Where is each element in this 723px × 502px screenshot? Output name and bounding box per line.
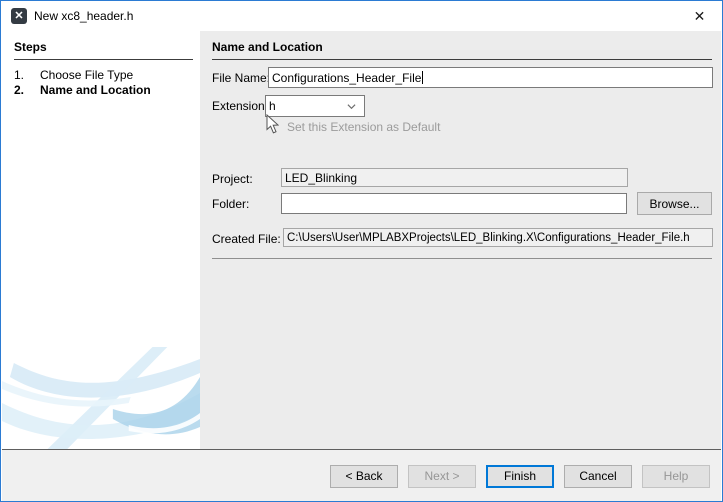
- file-name-value: Configurations_Header_File: [272, 71, 421, 85]
- extension-value: h: [269, 99, 276, 113]
- created-file-label: Created File:: [212, 232, 281, 246]
- dialog-content: Steps 1. Choose File Type 2. Name and Lo…: [2, 31, 721, 449]
- folder-input[interactable]: [281, 193, 627, 214]
- project-field: LED_Blinking: [281, 168, 628, 187]
- steps-list: 1. Choose File Type 2. Name and Location: [14, 68, 194, 98]
- chevron-down-icon: [347, 102, 356, 111]
- project-value: LED_Blinking: [285, 171, 357, 185]
- back-button[interactable]: < Back: [330, 465, 398, 488]
- panel-title: Name and Location: [212, 40, 712, 60]
- mplabx-app-icon: ✕: [11, 8, 27, 24]
- close-icon[interactable]: ✕: [677, 2, 722, 31]
- steps-panel: Steps 1. Choose File Type 2. Name and Lo…: [2, 31, 200, 449]
- next-button[interactable]: Next >: [408, 465, 476, 488]
- step-label: Choose File Type: [40, 68, 133, 83]
- form-separator: [212, 258, 712, 259]
- name-and-location-panel: Name and Location File Name: Configurati…: [200, 31, 721, 449]
- steps-heading: Steps: [14, 40, 193, 60]
- titlebar: ✕ New xc8_header.h ✕: [1, 1, 722, 31]
- set-extension-default-link[interactable]: Set this Extension as Default: [287, 120, 440, 134]
- step-number: 2.: [14, 83, 40, 98]
- wizard-dialog: ✕ New xc8_header.h ✕ Steps 1. Choose Fil…: [0, 0, 723, 502]
- browse-button[interactable]: Browse...: [637, 192, 712, 215]
- help-button[interactable]: Help: [642, 465, 710, 488]
- step-label: Name and Location: [40, 83, 151, 98]
- step-name-and-location: 2. Name and Location: [14, 83, 194, 98]
- text-caret: [422, 71, 423, 84]
- created-file-value: C:\Users\User\MPLABXProjects\LED_Blinkin…: [287, 232, 690, 244]
- created-file-field: C:\Users\User\MPLABXProjects\LED_Blinkin…: [283, 228, 713, 247]
- window-title: New xc8_header.h: [34, 9, 133, 23]
- step-number: 1.: [14, 68, 40, 83]
- watermark-swoosh-graphic: [2, 341, 200, 449]
- extension-label: Extension:: [212, 99, 268, 113]
- step-choose-file-type: 1. Choose File Type: [14, 68, 194, 83]
- project-label: Project:: [212, 172, 253, 186]
- folder-label: Folder:: [212, 197, 249, 211]
- mouse-pointer-icon: [266, 114, 279, 134]
- cancel-button[interactable]: Cancel: [564, 465, 632, 488]
- file-name-input[interactable]: Configurations_Header_File: [268, 67, 713, 88]
- extension-select[interactable]: h: [265, 95, 365, 117]
- button-bar: < Back Next > Finish Cancel Help: [2, 450, 721, 502]
- file-name-label: File Name:: [212, 71, 270, 85]
- finish-button[interactable]: Finish: [486, 465, 554, 488]
